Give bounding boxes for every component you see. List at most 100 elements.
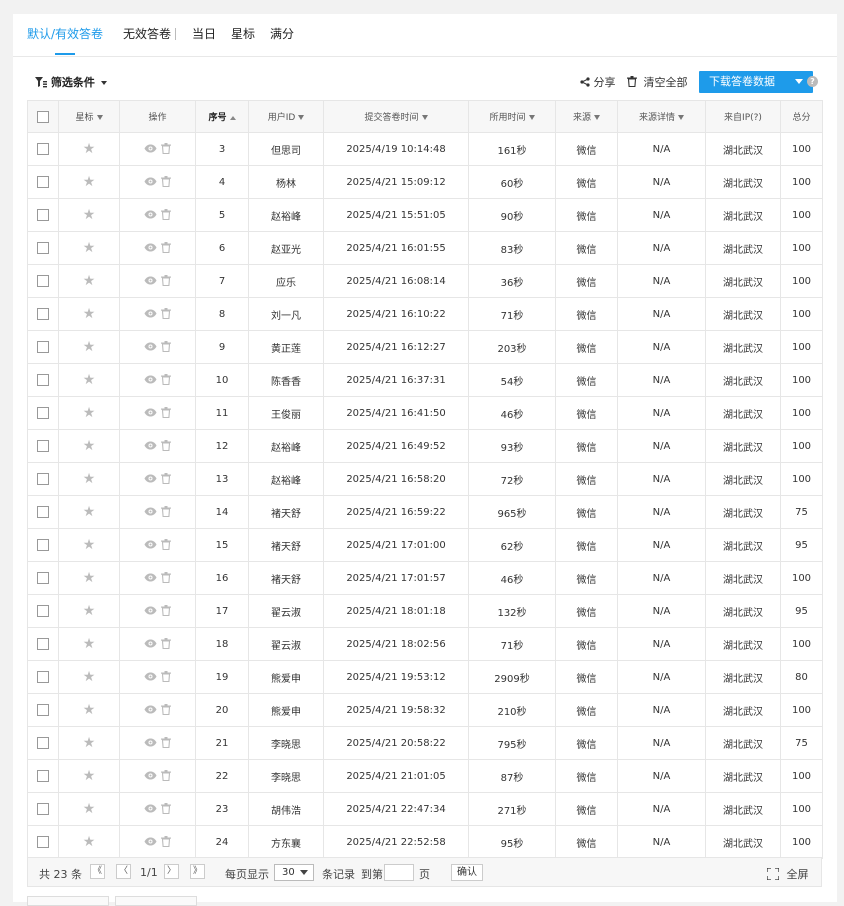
- select-all-checkbox-cell[interactable]: [27, 100, 59, 133]
- delete-trash-icon[interactable]: [160, 275, 171, 287]
- row-checkbox-cell[interactable]: [27, 264, 59, 298]
- star-icon[interactable]: ★: [83, 141, 96, 157]
- row-checkbox[interactable]: [37, 704, 49, 716]
- star-icon[interactable]: ★: [83, 372, 96, 388]
- fullscreen-button[interactable]: 全屏: [766, 866, 809, 882]
- delete-trash-icon[interactable]: [160, 605, 171, 617]
- star-icon[interactable]: ★: [83, 669, 96, 685]
- row-checkbox-cell[interactable]: [27, 660, 59, 694]
- view-eye-icon[interactable]: [144, 309, 157, 318]
- star-icon[interactable]: ★: [83, 405, 96, 421]
- row-checkbox[interactable]: [37, 242, 49, 254]
- view-eye-icon[interactable]: [144, 210, 157, 219]
- view-eye-icon[interactable]: [144, 639, 157, 648]
- star-icon[interactable]: ★: [83, 768, 96, 784]
- column-header-source[interactable]: 来源: [555, 100, 618, 133]
- star-icon[interactable]: ★: [83, 438, 96, 454]
- confirm-goto-button[interactable]: 确认: [451, 864, 483, 881]
- row-checkbox-cell[interactable]: [27, 330, 59, 364]
- delete-trash-icon[interactable]: [160, 176, 171, 188]
- tab-invalid-responses[interactable]: 无效答卷: [123, 25, 171, 42]
- view-eye-icon[interactable]: [144, 705, 157, 714]
- view-eye-icon[interactable]: [144, 672, 157, 681]
- delete-trash-icon[interactable]: [160, 671, 171, 683]
- star-icon[interactable]: ★: [83, 702, 96, 718]
- row-checkbox-cell[interactable]: [27, 528, 59, 562]
- star-icon[interactable]: ★: [83, 471, 96, 487]
- tab-today[interactable]: 当日: [192, 25, 216, 42]
- delete-trash-icon[interactable]: [160, 143, 171, 155]
- per-page-select[interactable]: 30: [274, 864, 314, 881]
- star-icon[interactable]: ★: [83, 240, 96, 256]
- delete-trash-icon[interactable]: [160, 242, 171, 254]
- star-icon[interactable]: ★: [83, 834, 96, 850]
- star-icon[interactable]: ★: [83, 174, 96, 190]
- delete-trash-icon[interactable]: [160, 539, 171, 551]
- column-header-submit-time[interactable]: 提交答卷时间: [323, 100, 469, 133]
- view-eye-icon[interactable]: [144, 507, 157, 516]
- view-eye-icon[interactable]: [144, 837, 157, 846]
- star-icon[interactable]: ★: [83, 735, 96, 751]
- row-checkbox-cell[interactable]: [27, 594, 59, 628]
- row-checkbox[interactable]: [37, 275, 49, 287]
- star-icon[interactable]: ★: [83, 306, 96, 322]
- next-page-button[interactable]: 〉: [164, 864, 179, 879]
- row-checkbox[interactable]: [37, 176, 49, 188]
- star-icon[interactable]: ★: [83, 636, 96, 652]
- row-checkbox[interactable]: [37, 143, 49, 155]
- row-checkbox[interactable]: [37, 341, 49, 353]
- star-icon[interactable]: ★: [83, 339, 96, 355]
- delete-trash-icon[interactable]: [160, 803, 171, 815]
- filter-icon[interactable]: [594, 115, 600, 120]
- first-page-button[interactable]: 《: [90, 864, 105, 879]
- row-checkbox-cell[interactable]: [27, 132, 59, 166]
- star-icon[interactable]: ★: [83, 207, 96, 223]
- last-page-button[interactable]: 》: [190, 864, 205, 879]
- row-checkbox-cell[interactable]: [27, 792, 59, 826]
- row-checkbox[interactable]: [37, 407, 49, 419]
- view-eye-icon[interactable]: [144, 276, 157, 285]
- row-checkbox-cell[interactable]: [27, 297, 59, 331]
- row-checkbox-cell[interactable]: [27, 396, 59, 430]
- view-eye-icon[interactable]: [144, 606, 157, 615]
- clear-all-button[interactable]: 清空全部: [627, 74, 688, 90]
- view-eye-icon[interactable]: [144, 144, 157, 153]
- delete-trash-icon[interactable]: [160, 440, 171, 452]
- row-checkbox-cell[interactable]: [27, 462, 59, 496]
- delete-trash-icon[interactable]: [160, 473, 171, 485]
- delete-trash-icon[interactable]: [160, 836, 171, 848]
- row-checkbox[interactable]: [37, 671, 49, 683]
- filter-conditions-button[interactable]: 筛选条件: [35, 74, 107, 90]
- download-responses-button[interactable]: 下载答卷数据: [699, 71, 813, 93]
- row-checkbox-cell[interactable]: [27, 198, 59, 232]
- row-checkbox-cell[interactable]: [27, 825, 59, 859]
- row-checkbox[interactable]: [37, 638, 49, 650]
- view-eye-icon[interactable]: [144, 738, 157, 747]
- select-all-checkbox[interactable]: [37, 110, 49, 123]
- delete-trash-icon[interactable]: [160, 638, 171, 650]
- filter-icon[interactable]: [421, 115, 428, 120]
- view-eye-icon[interactable]: [144, 474, 157, 483]
- row-checkbox-cell[interactable]: [27, 363, 59, 397]
- row-checkbox-cell[interactable]: [27, 231, 59, 265]
- row-checkbox[interactable]: [37, 506, 49, 518]
- row-checkbox-cell[interactable]: [27, 759, 59, 793]
- column-header-source-detail[interactable]: 来源详情: [617, 100, 706, 133]
- row-checkbox-cell[interactable]: [27, 429, 59, 463]
- row-checkbox-cell[interactable]: [27, 165, 59, 199]
- row-checkbox[interactable]: [37, 209, 49, 221]
- column-header-star[interactable]: 星标: [58, 100, 120, 133]
- view-eye-icon[interactable]: [144, 804, 157, 813]
- view-eye-icon[interactable]: [144, 243, 157, 252]
- row-checkbox-cell[interactable]: [27, 693, 59, 727]
- star-icon[interactable]: ★: [83, 801, 96, 817]
- row-checkbox[interactable]: [37, 737, 49, 749]
- row-checkbox[interactable]: [37, 308, 49, 320]
- tab-full-score[interactable]: 满分: [270, 25, 294, 42]
- delete-trash-icon[interactable]: [160, 737, 171, 749]
- view-eye-icon[interactable]: [144, 573, 157, 582]
- delete-trash-icon[interactable]: [160, 506, 171, 518]
- filter-icon[interactable]: [528, 115, 535, 120]
- prev-page-button[interactable]: 〈: [116, 864, 131, 879]
- row-checkbox[interactable]: [37, 605, 49, 617]
